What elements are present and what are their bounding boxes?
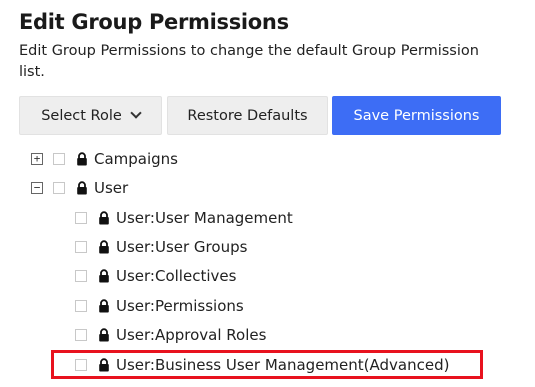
checkbox-approval-roles[interactable] — [75, 329, 87, 341]
restore-defaults-button[interactable]: Restore Defaults — [167, 96, 328, 135]
select-role-label: Select Role — [41, 107, 122, 124]
checkbox-campaigns[interactable] — [53, 153, 65, 165]
tree-item-label: User:User Management — [116, 209, 293, 227]
tree-item-label: Campaigns — [94, 150, 179, 168]
page-description: Edit Group Permissions to change the def… — [19, 41, 535, 83]
lock-icon — [99, 211, 109, 225]
lock-icon — [99, 358, 109, 372]
tree-item-approval-roles: User:Approval Roles — [75, 324, 266, 346]
lock-icon — [99, 299, 109, 313]
checkbox-business-user-management[interactable] — [75, 359, 87, 371]
tree-item-label: User:User Groups — [116, 238, 248, 256]
page-title: Edit Group Permissions — [19, 10, 289, 34]
tree-item-user-groups: User:User Groups — [75, 236, 247, 258]
collapse-icon[interactable]: − — [31, 182, 43, 194]
lock-icon — [77, 152, 87, 166]
tree-item-label: User:Approval Roles — [116, 326, 267, 344]
checkbox-user[interactable] — [53, 182, 65, 194]
save-permissions-button[interactable]: Save Permissions — [332, 96, 501, 135]
tree-item-business-user-management: User:Business User Management(Advanced) — [75, 354, 449, 376]
checkbox-user-management[interactable] — [75, 212, 87, 224]
chevron-down-icon — [130, 106, 142, 119]
expand-icon[interactable]: + — [31, 153, 43, 165]
tree-item-permissions: User:Permissions — [75, 295, 244, 317]
tree-item-user-management: User:User Management — [75, 207, 293, 229]
checkbox-permissions[interactable] — [75, 300, 87, 312]
tree-item-label: User:Permissions — [116, 297, 244, 315]
tree-item-label: User:Collectives — [116, 267, 237, 285]
tree-item-campaigns: + Campaigns — [31, 148, 178, 170]
checkbox-user-groups[interactable] — [75, 241, 87, 253]
lock-icon — [99, 328, 109, 342]
lock-icon — [99, 269, 109, 283]
tree-item-user: − User — [31, 177, 128, 199]
checkbox-collectives[interactable] — [75, 270, 87, 282]
lock-icon — [99, 240, 109, 254]
save-permissions-label: Save Permissions — [353, 107, 480, 124]
description-line-1: Edit Group Permissions to change the def… — [19, 43, 479, 59]
restore-defaults-label: Restore Defaults — [187, 107, 308, 124]
tree-item-label: User — [94, 179, 129, 197]
tree-item-label: User:Business User Management(Advanced) — [116, 356, 450, 374]
tree-item-collectives: User:Collectives — [75, 265, 236, 287]
description-line-2: list. — [19, 64, 45, 80]
select-role-button[interactable]: Select Role — [19, 96, 162, 135]
lock-icon — [77, 181, 87, 195]
